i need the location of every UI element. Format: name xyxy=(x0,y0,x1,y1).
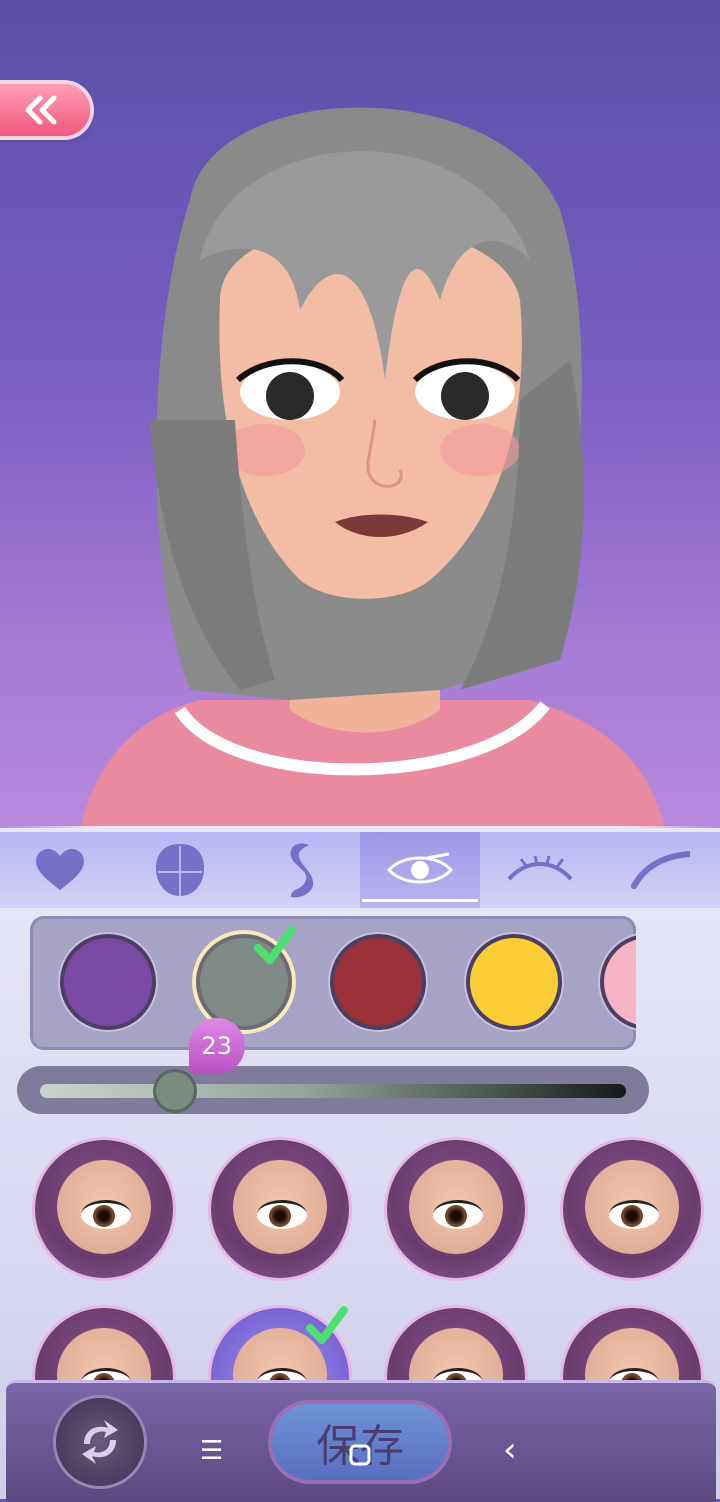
checkmark-icon xyxy=(254,926,296,964)
color-swatch[interactable] xyxy=(60,934,156,1030)
hair-icon xyxy=(290,843,314,898)
avatar-preview[interactable] xyxy=(0,0,720,830)
tab-face-shape[interactable] xyxy=(120,832,240,908)
tab-eyebrows[interactable] xyxy=(480,832,600,908)
eye-style-option[interactable] xyxy=(387,1140,525,1278)
refresh-icon xyxy=(82,1420,118,1464)
color-swatch[interactable] xyxy=(466,934,562,1030)
heart-icon xyxy=(36,849,84,890)
color-swatch[interactable] xyxy=(600,934,636,1030)
eye-style-option[interactable] xyxy=(563,1140,701,1278)
eye-style-option[interactable] xyxy=(211,1140,349,1278)
tab-eyes[interactable] xyxy=(360,832,480,908)
reset-button[interactable] xyxy=(56,1398,144,1486)
menu-icon[interactable]: ☰ xyxy=(200,1436,223,1466)
category-tabs xyxy=(0,832,720,908)
color-swatch[interactable] xyxy=(330,934,426,1030)
tab-hair[interactable] xyxy=(240,832,360,908)
checkmark-icon xyxy=(306,1306,348,1344)
avatar-image xyxy=(80,107,665,830)
back-button[interactable] xyxy=(0,84,90,136)
tab-favorites[interactable] xyxy=(0,832,120,908)
nav-back-icon[interactable]: ‹ xyxy=(503,1430,517,1470)
slider-thumb[interactable] xyxy=(155,1072,194,1110)
eyebrow-icon xyxy=(631,851,690,889)
color-swatch-panel xyxy=(30,916,636,1050)
color-intensity-slider[interactable] xyxy=(40,1084,626,1098)
eye-style-option[interactable] xyxy=(35,1140,173,1278)
head-shape-icon xyxy=(156,844,204,896)
home-icon[interactable] xyxy=(349,1444,371,1466)
save-button[interactable]: 保存 xyxy=(272,1404,448,1480)
slider-value-badge: 23 xyxy=(188,1018,245,1074)
eye-icon xyxy=(387,852,453,884)
double-chevron-left-icon xyxy=(25,95,57,125)
tab-eyebrow-shape[interactable] xyxy=(600,832,720,908)
eyelash-icon xyxy=(507,855,573,881)
